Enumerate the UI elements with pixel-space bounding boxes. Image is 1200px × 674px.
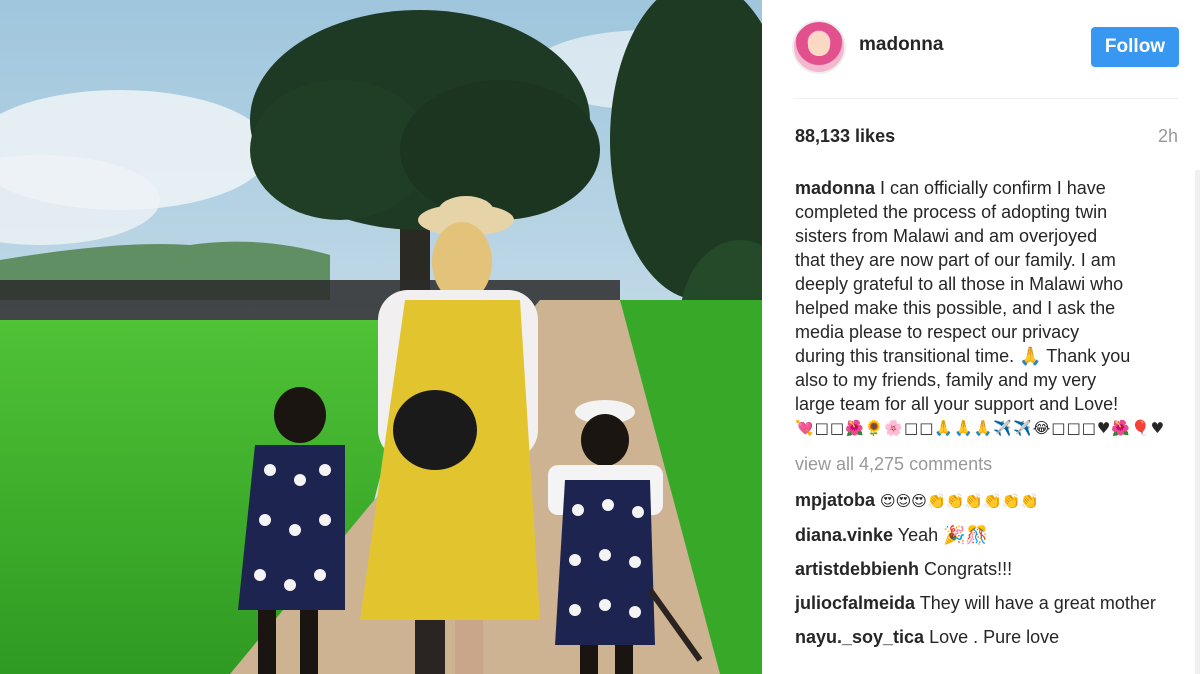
post-header: madonna Follow <box>762 0 1200 98</box>
comment-username[interactable]: diana.vinke <box>795 525 893 545</box>
comment-item: nayu._soy_tica Love . Pure love <box>795 625 1181 649</box>
comment-item: diana.vinke Yeah 🎉🎊 <box>795 523 1181 547</box>
comment-username[interactable]: nayu._soy_tica <box>795 627 924 647</box>
comment-text: They will have a great mother <box>919 593 1156 613</box>
post-photo[interactable] <box>0 0 762 674</box>
caption-username[interactable]: madonna <box>795 178 875 198</box>
comment-text: Congrats!!! <box>924 559 1013 579</box>
comment-text: Love . Pure love <box>929 627 1060 647</box>
comment-text: Yeah 🎉🎊 <box>897 525 988 545</box>
comment-username[interactable]: mpjatoba <box>795 490 875 510</box>
caption-line: large team for all your support and Love… <box>795 394 1119 414</box>
caption-line: completed the process of adopting twin <box>795 202 1108 222</box>
post-timestamp[interactable]: 2h <box>1158 126 1178 147</box>
caption-line: sisters from Malawi and am overjoyed <box>795 226 1098 246</box>
caption-line: that they are now part of our family. I … <box>795 250 1116 270</box>
caption-line: during this transitional time. 🙏 Thank y… <box>795 346 1131 366</box>
follow-button[interactable]: Follow <box>1091 27 1179 67</box>
avatar-face-icon <box>808 32 830 56</box>
comment-item: artistdebbienh Congrats!!! <box>795 557 1181 581</box>
comments-section: madonna I can officially confirm I have … <box>795 176 1181 659</box>
comment-text: 😍😍😍👏👏👏👏👏👏 <box>880 492 1040 510</box>
comment-item: mpjatoba 😍😍😍👏👏👏👏👏👏 <box>795 488 1181 513</box>
header-username[interactable]: madonna <box>859 34 943 56</box>
caption-line: helped make this possible, and I ask the <box>795 298 1116 318</box>
post-panel: madonna Follow 88,133 likes 2h madonna I… <box>762 0 1200 674</box>
caption-emojis: 💘□□🌺🌻🌸□□🙏🙏🙏✈️✈️😂□□□♥🌺🎈♥ <box>795 419 1166 437</box>
profile-avatar[interactable] <box>792 20 846 74</box>
caption-line: deeply grateful to all those in Malawi w… <box>795 274 1124 294</box>
comment-username[interactable]: juliocfalmeida <box>795 593 915 613</box>
comment-username[interactable]: artistdebbienh <box>795 559 919 579</box>
caption-line: also to my friends, family and my very <box>795 370 1097 390</box>
comment-item: juliocfalmeida They will have a great mo… <box>795 591 1181 615</box>
caption-line: madonna I can officially confirm I have <box>795 176 1181 200</box>
comments-scrollbar[interactable] <box>1195 170 1200 674</box>
caption: madonna I can officially confirm I have … <box>795 176 1181 440</box>
view-all-comments-link[interactable]: view all 4,275 comments <box>795 452 1181 476</box>
header-divider <box>794 98 1179 99</box>
likes-count[interactable]: 88,133 likes <box>795 126 895 147</box>
caption-line: media please to respect our privacy <box>795 322 1080 342</box>
caption-text: I can officially confirm I have <box>880 178 1106 198</box>
